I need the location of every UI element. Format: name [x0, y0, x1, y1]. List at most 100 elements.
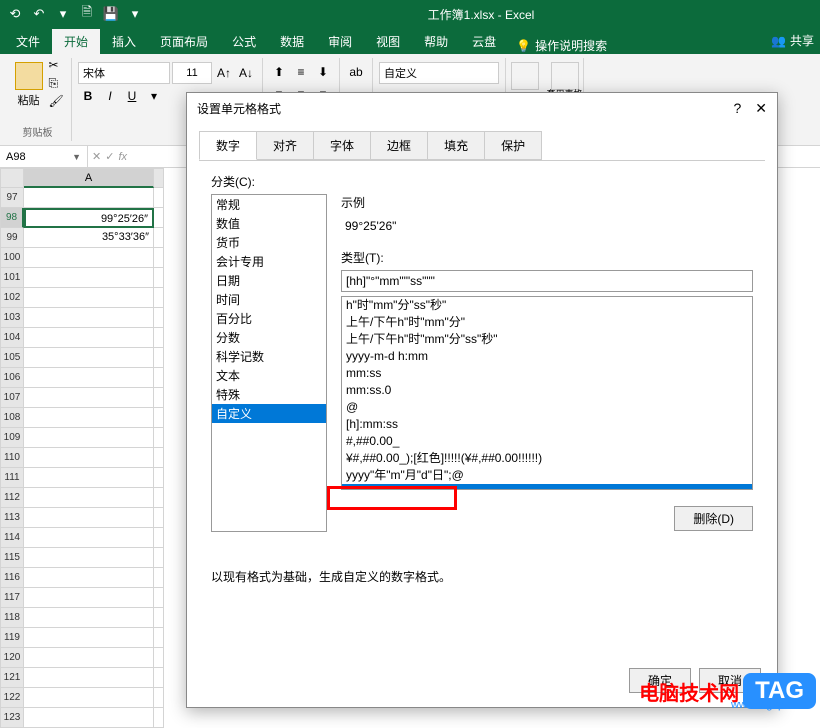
row-header[interactable]: 123 — [0, 708, 24, 728]
type-item[interactable]: ¥#,##0.00_);[红色]!!!!!(¥#,##0.00!!!!!!) — [342, 450, 752, 467]
tab-align[interactable]: 对齐 — [256, 131, 314, 160]
share-button[interactable]: 👥 共享 — [771, 32, 814, 49]
cell[interactable] — [154, 428, 164, 448]
row-header[interactable]: 122 — [0, 688, 24, 708]
type-item[interactable]: @ — [342, 399, 752, 416]
cell[interactable] — [154, 528, 164, 548]
category-list[interactable]: 常规数值货币会计专用日期时间百分比分数科学记数文本特殊自定义 — [211, 194, 327, 532]
new-icon[interactable]: 🗎 — [76, 3, 98, 25]
format-painter-icon[interactable]: 🖌 — [49, 94, 65, 110]
cut-icon[interactable]: ✂ — [49, 58, 65, 74]
cell[interactable] — [154, 248, 164, 268]
cell[interactable] — [154, 508, 164, 528]
row-header[interactable]: 107 — [0, 388, 24, 408]
cell[interactable] — [24, 468, 154, 488]
tab-protect[interactable]: 保护 — [484, 131, 542, 160]
paste-button[interactable]: 粘贴 — [11, 58, 47, 112]
type-item[interactable]: yyyy-m-d h:mm — [342, 348, 752, 365]
cell[interactable] — [154, 208, 164, 228]
row-header[interactable]: 108 — [0, 408, 24, 428]
row-header[interactable]: 97 — [0, 188, 24, 208]
cell[interactable] — [154, 448, 164, 468]
row-header[interactable]: 102 — [0, 288, 24, 308]
cell[interactable] — [24, 268, 154, 288]
fx-icon[interactable]: fx — [118, 151, 127, 163]
type-item[interactable]: mm:ss — [342, 365, 752, 382]
tab-review[interactable]: 审阅 — [316, 29, 364, 54]
tab-formula[interactable]: 公式 — [220, 29, 268, 54]
cell[interactable] — [24, 248, 154, 268]
row-header[interactable]: 118 — [0, 608, 24, 628]
align-middle-icon[interactable]: ≡ — [291, 62, 311, 82]
cell[interactable] — [24, 368, 154, 388]
cell[interactable] — [154, 628, 164, 648]
col-header-a[interactable]: A — [24, 168, 154, 188]
italic-button[interactable]: I — [100, 86, 120, 106]
cell[interactable] — [24, 288, 154, 308]
cell[interactable] — [154, 348, 164, 368]
cell[interactable] — [154, 288, 164, 308]
category-item[interactable]: 常规 — [212, 195, 326, 214]
row-header[interactable]: 101 — [0, 268, 24, 288]
cell[interactable] — [24, 648, 154, 668]
cell[interactable] — [24, 608, 154, 628]
cell[interactable] — [24, 508, 154, 528]
row-header[interactable]: 103 — [0, 308, 24, 328]
save-icon[interactable]: 💾 — [100, 3, 122, 25]
category-item[interactable]: 时间 — [212, 290, 326, 309]
cell[interactable] — [154, 308, 164, 328]
cell[interactable] — [154, 388, 164, 408]
type-item[interactable]: 上午/下午h"时"mm"分" — [342, 314, 752, 331]
close-icon[interactable]: ✕ — [755, 100, 767, 117]
type-item[interactable]: [h]:mm:ss — [342, 416, 752, 433]
cell[interactable] — [24, 488, 154, 508]
type-item[interactable]: [hh]"°"mm"'"ss""" — [342, 484, 752, 490]
row-header[interactable]: 119 — [0, 628, 24, 648]
row-header[interactable]: 113 — [0, 508, 24, 528]
redo-dropdown-icon[interactable]: ▾ — [52, 3, 74, 25]
cell[interactable]: 99°25′26″ — [24, 208, 154, 228]
row-header[interactable]: 106 — [0, 368, 24, 388]
name-box-dropdown-icon[interactable]: ▼ — [72, 152, 81, 162]
cell[interactable] — [24, 528, 154, 548]
type-item[interactable]: h"时"mm"分"ss"秒" — [342, 297, 752, 314]
cell[interactable] — [24, 348, 154, 368]
tab-data[interactable]: 数据 — [268, 29, 316, 54]
underline-button[interactable]: U — [122, 86, 142, 106]
tab-fill[interactable]: 填充 — [427, 131, 485, 160]
tab-font[interactable]: 字体 — [313, 131, 371, 160]
type-input[interactable] — [341, 270, 753, 292]
align-bottom-icon[interactable]: ⬇ — [313, 62, 333, 82]
row-header[interactable]: 105 — [0, 348, 24, 368]
cell[interactable] — [24, 448, 154, 468]
tab-home[interactable]: 开始 — [52, 29, 100, 54]
cell[interactable] — [154, 548, 164, 568]
row-header[interactable]: 104 — [0, 328, 24, 348]
align-top-icon[interactable]: ⬆ — [269, 62, 289, 82]
cell[interactable] — [154, 608, 164, 628]
bold-button[interactable]: B — [78, 86, 98, 106]
category-item[interactable]: 数值 — [212, 214, 326, 233]
category-item[interactable]: 科学记数 — [212, 347, 326, 366]
cell[interactable] — [24, 408, 154, 428]
row-header[interactable]: 112 — [0, 488, 24, 508]
row-header[interactable]: 99 — [0, 228, 24, 248]
confirm-edit-icon[interactable]: ✓ — [105, 150, 114, 163]
font-name-select[interactable] — [78, 62, 170, 84]
cell[interactable] — [154, 408, 164, 428]
row-header[interactable]: 111 — [0, 468, 24, 488]
cell[interactable] — [154, 688, 164, 708]
cell[interactable] — [154, 368, 164, 388]
cancel-edit-icon[interactable]: ✕ — [92, 150, 101, 163]
cell[interactable] — [24, 628, 154, 648]
tab-border[interactable]: 边框 — [370, 131, 428, 160]
cell[interactable] — [154, 268, 164, 288]
row-header[interactable]: 98 — [0, 208, 24, 228]
help-icon[interactable]: ? — [733, 100, 741, 117]
cell[interactable] — [24, 668, 154, 688]
tab-view[interactable]: 视图 — [364, 29, 412, 54]
row-header[interactable]: 120 — [0, 648, 24, 668]
cell[interactable] — [24, 428, 154, 448]
font-size-select[interactable] — [172, 62, 212, 84]
row-header[interactable]: 109 — [0, 428, 24, 448]
